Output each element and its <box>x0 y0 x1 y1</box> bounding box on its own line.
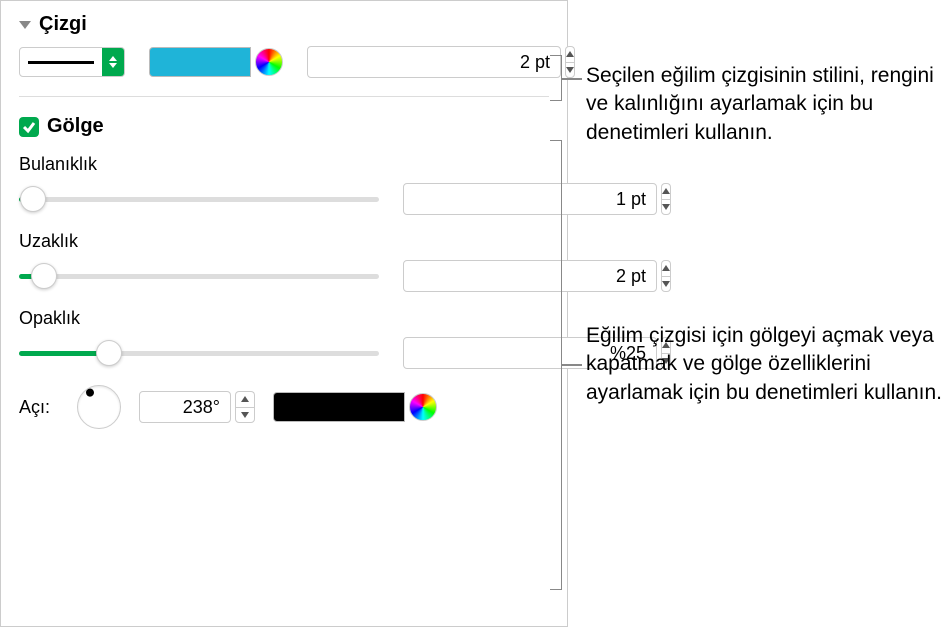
line-section-header[interactable]: Çizgi <box>19 13 549 36</box>
line-thickness-input[interactable] <box>307 46 561 78</box>
blur-slider[interactable] <box>19 185 379 213</box>
stepper-down-button[interactable] <box>235 407 255 424</box>
shadow-checkbox[interactable] <box>19 117 39 137</box>
opacity-stepper <box>403 337 549 369</box>
shadow-checkbox-row: Gölge <box>19 115 549 138</box>
line-help-text: Seçilen eğilim çizgisinin stilini, rengi… <box>586 62 943 147</box>
blur-stepper <box>403 183 549 215</box>
stroke-color-swatch[interactable] <box>149 47 251 77</box>
offset-label: Uzaklık <box>19 231 549 252</box>
shadow-section-title: Gölge <box>47 115 104 138</box>
offset-group: Uzaklık <box>19 231 549 292</box>
line-controls-row <box>19 46 549 78</box>
angle-label: Açı: <box>19 397 59 418</box>
color-wheel-icon[interactable] <box>409 393 437 421</box>
annotation-area: Seçilen eğilim çizgisinin stilini, rengi… <box>568 0 943 627</box>
color-wheel-icon[interactable] <box>255 48 283 76</box>
chevron-down-icon <box>19 21 31 29</box>
inspector-panel: Çizgi Gölge Bulanıklık <box>0 0 568 627</box>
bracket-icon <box>550 55 562 101</box>
angle-row: Açı: <box>19 385 549 429</box>
angle-input[interactable] <box>139 391 231 423</box>
blur-label: Bulanıklık <box>19 154 549 175</box>
opacity-label: Opaklık <box>19 308 549 329</box>
leader-line-icon <box>562 78 582 80</box>
offset-slider[interactable] <box>19 262 379 290</box>
dropdown-icon <box>102 48 124 76</box>
opacity-slider[interactable] <box>19 339 379 367</box>
stroke-preview-icon <box>28 61 94 64</box>
angle-stepper <box>139 391 255 423</box>
blur-group: Bulanıklık <box>19 154 549 215</box>
bracket-icon <box>550 140 562 590</box>
divider <box>19 96 549 97</box>
opacity-group: Opaklık <box>19 308 549 369</box>
stroke-style-popup[interactable] <box>19 47 125 77</box>
angle-dial[interactable] <box>77 385 121 429</box>
line-section-title: Çizgi <box>39 13 87 36</box>
stroke-color-well[interactable] <box>149 47 283 77</box>
line-thickness-stepper <box>307 46 453 78</box>
shadow-color-swatch[interactable] <box>273 392 405 422</box>
offset-stepper <box>403 260 549 292</box>
stepper-up-button[interactable] <box>235 391 255 407</box>
angle-indicator-icon <box>84 387 95 398</box>
leader-line-icon <box>562 364 582 366</box>
shadow-help-text: Eğilim çizgisi için gölgeyi açmak veya k… <box>586 322 943 407</box>
shadow-color-well[interactable] <box>273 392 437 422</box>
